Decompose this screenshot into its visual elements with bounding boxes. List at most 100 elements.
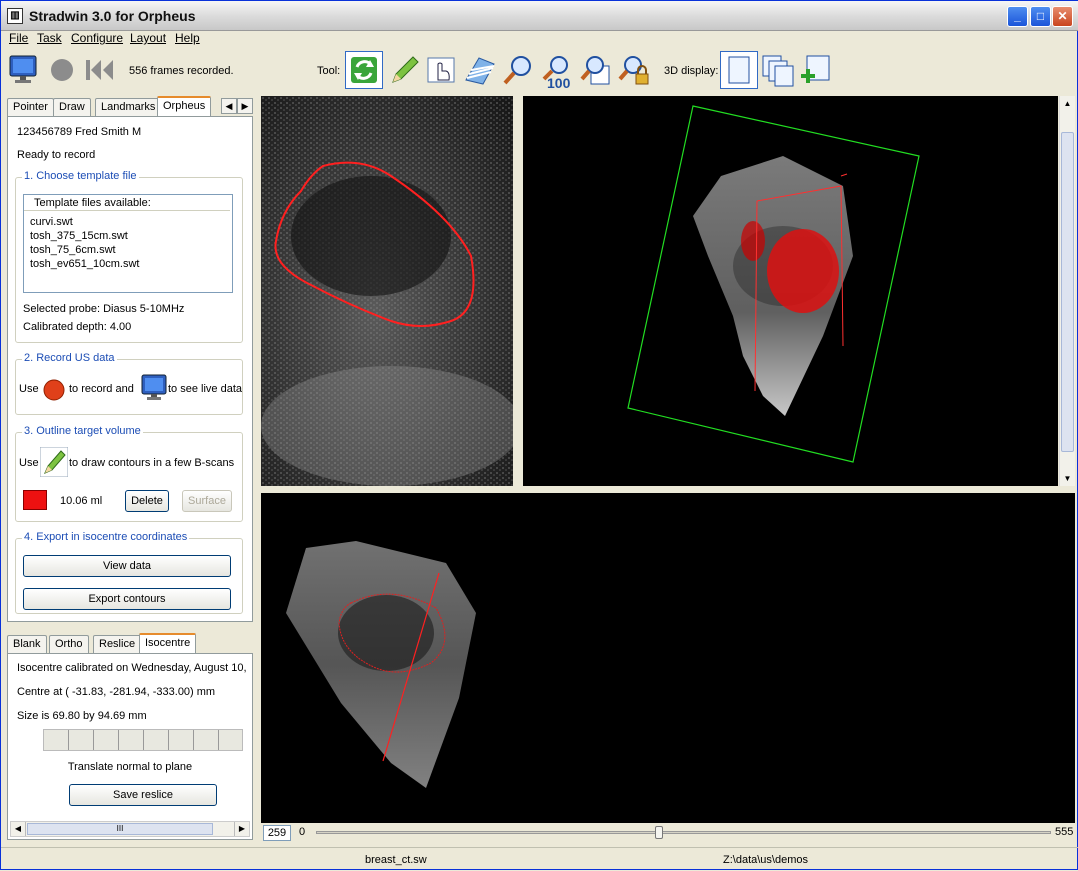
status-path: Z:\data\us\demos <box>723 854 808 866</box>
step2-title: 2. Record US data <box>22 352 117 364</box>
hand-pointer-icon[interactable] <box>425 54 459 88</box>
list-item[interactable]: tosh_375_15cm.swt <box>30 230 128 242</box>
step1-title: 1. Choose template file <box>22 170 139 182</box>
frame-slider-track[interactable] <box>316 831 1051 834</box>
tab-scroll-right-button[interactable]: ▶ <box>237 98 253 114</box>
record-dot-icon <box>43 379 65 401</box>
rewind-icon[interactable] <box>83 56 117 90</box>
status-bar: breast_ct.sw Z:\data\us\demos <box>1 847 1078 871</box>
save-reslice-button[interactable]: Save reslice <box>69 784 217 806</box>
scroll-left-arrow[interactable]: ◀ <box>11 822 26 836</box>
menu-help[interactable]: Help <box>175 31 200 45</box>
3d-render <box>627 105 920 463</box>
tab-orpheus[interactable]: Orpheus <box>157 96 212 116</box>
reslice-image <box>286 541 476 788</box>
isocentre-calibrated: Isocentre calibrated on Wednesday, Augus… <box>17 662 249 674</box>
menu-bar: File Task Configure Layout Help <box>1 31 1078 47</box>
isocentre-panel: Isocentre calibrated on Wednesday, Augus… <box>7 653 253 840</box>
toolbar: 556 frames recorded. Tool: 100 3D displa… <box>1 48 1078 92</box>
export-contours-button[interactable]: Export contours <box>23 588 231 610</box>
volume-color-swatch[interactable] <box>23 490 47 510</box>
list-item[interactable]: tosh_ev651_10cm.swt <box>30 258 139 270</box>
delete-button[interactable]: Delete <box>125 490 169 512</box>
zoom-icon[interactable] <box>501 54 535 88</box>
scroll-right-arrow[interactable]: ▶ <box>234 822 249 836</box>
zoom-100-icon[interactable]: 100 <box>539 54 573 88</box>
selected-probe: Selected probe: Diasus 5-10MHz <box>23 303 185 315</box>
slider-min-label: 0 <box>299 826 306 838</box>
3d-segmented-volume <box>767 229 839 313</box>
single-view-icon <box>728 56 750 84</box>
zoom-fit-icon[interactable] <box>579 54 613 88</box>
tab-isocentre[interactable]: Isocentre <box>139 633 197 653</box>
menu-configure[interactable]: Configure <box>71 31 123 45</box>
3d-view[interactable] <box>523 96 1058 486</box>
record-icon[interactable] <box>47 56 81 90</box>
frame-number-field[interactable]: 259 <box>263 825 291 841</box>
patient-info: 123456789 Fred Smith M <box>17 126 142 138</box>
3d-view-scrollbar[interactable]: ▲ ▼ <box>1059 96 1075 486</box>
template-list-header: Template files available: <box>24 195 230 211</box>
minimize-button[interactable]: _ <box>1007 6 1028 27</box>
use-label: Use <box>19 457 39 469</box>
monitor-icon <box>141 374 167 400</box>
scroll-up-arrow[interactable]: ▲ <box>1060 96 1075 111</box>
step3-title: 3. Outline target volume <box>22 425 143 437</box>
calibrated-depth: Calibrated depth: 4.00 <box>23 321 132 333</box>
close-button[interactable]: ✕ <box>1052 6 1073 27</box>
pencil-icon[interactable] <box>387 54 421 88</box>
tab-landmarks[interactable]: Landmarks <box>95 98 162 116</box>
scroll-down-arrow[interactable]: ▼ <box>1060 471 1075 486</box>
zoom-100-text: 100 <box>547 75 571 88</box>
tool-label: Tool: <box>317 65 341 77</box>
step4-group: 4. Export in isocentre coordinates View … <box>15 531 243 614</box>
app-icon: ▥ <box>7 8 23 24</box>
window-title: Stradwin 3.0 for Orpheus <box>29 8 196 24</box>
frames-recorded-text: 556 frames recorded. <box>129 65 234 77</box>
menu-task[interactable]: Task <box>37 31 62 45</box>
tab-reslice[interactable]: Reslice <box>93 635 142 653</box>
bscan-image <box>261 96 513 486</box>
zoom-lock-icon[interactable] <box>617 54 651 88</box>
pencil-icon <box>40 447 68 477</box>
tab-pointer[interactable]: Pointer <box>7 98 54 116</box>
translate-label: Translate normal to plane <box>67 761 193 773</box>
frame-slider-bar: 259 0 555 <box>261 824 1075 842</box>
list-item[interactable]: curvi.swt <box>30 216 73 228</box>
template-listbox[interactable]: Template files available: curvi.swt tosh… <box>23 194 233 293</box>
refresh-icon <box>351 57 377 83</box>
step4-title: 4. Export in isocentre coordinates <box>22 531 190 543</box>
volume-value: 10.06 ml <box>60 495 103 507</box>
translate-slider[interactable] <box>43 729 243 751</box>
isocentre-size: Size is 69.80 by 94.69 mm <box>17 710 147 722</box>
add-view-icon[interactable] <box>799 54 833 88</box>
tab-ortho[interactable]: Ortho <box>49 635 89 653</box>
surface-button[interactable]: Surface <box>182 490 232 512</box>
horizontal-scrollbar[interactable]: ◀ III ▶ <box>10 821 250 837</box>
tool-refresh-button[interactable] <box>345 51 383 89</box>
isocentre-centre: Centre at ( -31.83, -281.94, -333.00) mm <box>17 686 216 698</box>
step3-group: 3. Outline target volume Use to draw con… <box>15 425 243 522</box>
menu-file[interactable]: File <box>9 31 28 45</box>
status-file: breast_ct.sw <box>365 854 427 866</box>
tab-draw[interactable]: Draw <box>53 98 91 116</box>
app-window: ▥ Stradwin 3.0 for Orpheus _ □ ✕ File Ta… <box>0 0 1078 870</box>
display-single-button[interactable] <box>720 51 758 89</box>
list-item[interactable]: tosh_75_6cm.swt <box>30 244 116 256</box>
view-data-button[interactable]: View data <box>23 555 231 577</box>
tab-blank[interactable]: Blank <box>7 635 47 653</box>
record-hint: to record and <box>69 383 134 395</box>
title-bar: ▥ Stradwin 3.0 for Orpheus _ □ ✕ <box>1 1 1078 31</box>
bscan-view[interactable] <box>261 96 513 486</box>
scroll-thumb[interactable] <box>1061 132 1074 452</box>
reslice-view[interactable] <box>261 493 1075 823</box>
slices-icon[interactable] <box>463 54 497 88</box>
step1-group: 1. Choose template file Template files a… <box>15 170 243 343</box>
tab-scroll-left-button[interactable]: ◀ <box>221 98 237 114</box>
scroll-thumb[interactable]: III <box>27 823 213 835</box>
frame-slider-thumb[interactable] <box>655 826 663 839</box>
maximize-button[interactable]: □ <box>1030 6 1051 27</box>
menu-layout[interactable]: Layout <box>130 31 166 45</box>
monitor-icon[interactable] <box>7 54 41 88</box>
multi-view-icon[interactable] <box>761 54 795 88</box>
